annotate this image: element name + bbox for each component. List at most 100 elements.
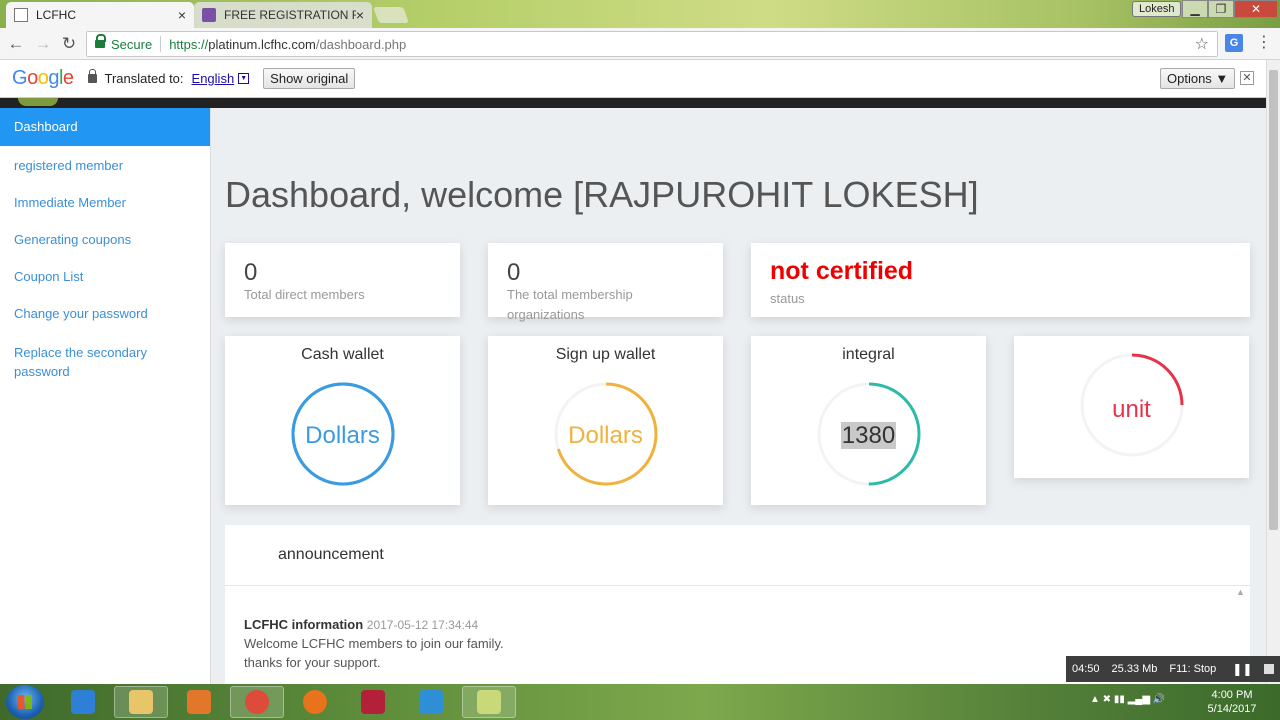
bookmark-star-icon[interactable]: ☆ <box>1195 34 1209 54</box>
site-logo[interactable] <box>18 98 58 106</box>
pause-icon[interactable]: ❚❚ <box>1226 662 1258 676</box>
wallet-center-text: 1380 <box>751 422 986 450</box>
browser-titlebar: LCFHC × FREE REGISTRATION FOR × Lokesh ▁… <box>0 0 1280 28</box>
integral-value: 1380 <box>840 422 897 449</box>
profile-button[interactable]: Lokesh <box>1132 1 1182 17</box>
close-icon[interactable]: ✕ <box>1240 71 1254 85</box>
scrollbar-thumb[interactable] <box>1269 70 1278 530</box>
reload-button[interactable]: ↻ <box>58 33 80 55</box>
announcement-line: Welcome LCFHC members to join our family… <box>244 636 504 651</box>
forward-button[interactable]: → <box>32 33 54 55</box>
menu-icon[interactable]: ⋮ <box>1256 34 1272 54</box>
url-scheme: https:// <box>169 36 209 52</box>
translate-bar: Google Translated to: English ▼ Show ori… <box>0 60 1266 98</box>
maximize-button[interactable]: ❐ <box>1208 0 1234 18</box>
show-original-button[interactable]: Show original <box>263 68 356 89</box>
taskbar-access[interactable] <box>346 686 400 718</box>
divider <box>160 36 162 52</box>
access-icon <box>361 690 385 714</box>
tab-title: LCFHC <box>36 8 77 22</box>
wallet-card-cash: Cash wallet Dollars <box>225 336 460 505</box>
recording-stop-hint: F11: Stop <box>1169 663 1217 675</box>
new-tab-button[interactable] <box>373 7 409 23</box>
stat-value: 0 <box>507 259 521 286</box>
start-button[interactable] <box>6 685 44 719</box>
status-value: not certified <box>770 257 914 285</box>
divider <box>225 585 1250 586</box>
stat-card-membership-organizations: 0 The total membership organizations <box>488 243 723 322</box>
announcement-title: announcement <box>278 546 384 563</box>
form-icon <box>202 8 216 22</box>
wallet-center-text: unit <box>1112 396 1151 423</box>
close-window-button[interactable]: ✕ <box>1234 0 1278 18</box>
announcement-header: LCFHC information 2017-05-12 17:34:44 <box>244 617 478 632</box>
page-header-bar <box>0 98 1266 108</box>
scroll-up-arrow-icon[interactable]: ▲ <box>1236 587 1245 597</box>
wallet-card-signup: Sign up wallet Dollars <box>488 336 723 505</box>
taskbar-active-window[interactable] <box>462 686 516 718</box>
language-link[interactable]: English <box>192 71 235 86</box>
announcement-source: LCFHC information <box>244 617 364 632</box>
tab-title: FREE REGISTRATION FOR <box>224 8 356 22</box>
announcement-line: thanks for your support. <box>244 655 381 670</box>
main-content: Dashboard, welcome [RAJPUROHIT LOKESH] 0… <box>211 108 1266 684</box>
language-dropdown-icon[interactable]: ▼ <box>238 73 250 84</box>
back-button[interactable]: ← <box>5 33 27 55</box>
wallet-title: Sign up wallet <box>555 346 656 363</box>
stat-card-direct-members: 0 Total direct members <box>225 243 460 317</box>
sidebar-item-dashboard[interactable]: Dashboard <box>0 108 210 146</box>
minimize-button[interactable]: ▁ <box>1182 0 1208 18</box>
taskbar-media-player[interactable] <box>172 686 226 718</box>
taskbar: ▲ ✖ ▮▮ ▂▄▆ 🔊 4:00 PM 5/14/2017 <box>0 684 1280 720</box>
stat-label: status <box>770 291 805 306</box>
wallet-card-unit: unit <box>1014 336 1249 478</box>
sidebar-item-secondary-password[interactable]: Replace the secondary password <box>0 343 210 381</box>
clock-time: 4:00 PM <box>1211 689 1253 701</box>
stat-card-status: not certified status <box>751 243 1250 317</box>
options-button[interactable]: Options ▼ <box>1160 68 1236 89</box>
taskbar-clock[interactable]: 4:00 PM 5/14/2017 <box>1200 688 1264 716</box>
sidebar-item-generating-coupons[interactable]: Generating coupons <box>0 232 210 247</box>
taskbar-snipping-tool[interactable] <box>404 686 458 718</box>
page-icon <box>14 8 28 22</box>
page-title: Dashboard, welcome [RAJPUROHIT LOKESH] <box>225 174 979 215</box>
sidebar-item-registered-member[interactable]: registered member <box>0 158 210 173</box>
recording-elapsed: 04:50 <box>1072 663 1100 675</box>
taskbar-internet-explorer[interactable] <box>56 686 110 718</box>
screen-recorder-bar: 04:50 25.33 Mb F11: Stop ❚❚ <box>1066 656 1280 682</box>
screen-capture-icon <box>419 690 443 714</box>
internet-explorer-icon <box>71 690 95 714</box>
wallet-title: Cash wallet <box>301 346 384 363</box>
clock-date: 5/14/2017 <box>1207 703 1257 715</box>
taskbar-firefox[interactable] <box>288 686 342 718</box>
lock-icon[interactable] <box>95 34 106 49</box>
url-host: platinum.lcfhc.com <box>208 36 316 52</box>
system-tray[interactable]: ▲ ✖ ▮▮ ▂▄▆ 🔊 <box>1090 694 1165 705</box>
google-logo: Google <box>12 67 74 89</box>
sidebar-item-change-password[interactable]: Change your password <box>0 306 210 321</box>
tab-free-registration[interactable]: FREE REGISTRATION FOR × <box>194 2 372 28</box>
recording-size: 25.33 Mb <box>1111 663 1158 675</box>
translate-icon[interactable]: G <box>1225 34 1243 52</box>
page-scrollbar[interactable] <box>1266 60 1280 684</box>
sidebar-item-coupon-list[interactable]: Coupon List <box>0 269 210 284</box>
browser-toolbar: ← → ↻ Secure https://platinum.lcfhc.com/… <box>0 28 1280 60</box>
lock-icon <box>87 69 97 83</box>
announcement-date: 2017-05-12 17:34:44 <box>366 618 479 632</box>
wallet-center-text: Dollars <box>568 422 643 449</box>
window-icon <box>477 690 501 714</box>
stat-label: The total membership organizations <box>507 287 633 322</box>
url-text[interactable]: https://platinum.lcfhc.com/dashboard.php <box>169 37 1194 52</box>
address-bar[interactable]: Secure https://platinum.lcfhc.com/dashbo… <box>86 31 1218 57</box>
stop-icon[interactable] <box>1264 664 1275 674</box>
folder-icon <box>129 690 153 714</box>
close-icon[interactable]: × <box>178 7 186 23</box>
wallet-title: integral <box>842 346 895 363</box>
close-icon[interactable]: × <box>356 7 364 23</box>
sidebar-item-immediate-member[interactable]: Immediate Member <box>0 195 210 210</box>
secure-label[interactable]: Secure <box>111 37 152 52</box>
tab-lcfhc[interactable]: LCFHC × <box>6 2 194 28</box>
taskbar-chrome[interactable] <box>230 686 284 718</box>
wallet-card-integral: integral 1380 <box>751 336 986 505</box>
taskbar-file-explorer[interactable] <box>114 686 168 718</box>
